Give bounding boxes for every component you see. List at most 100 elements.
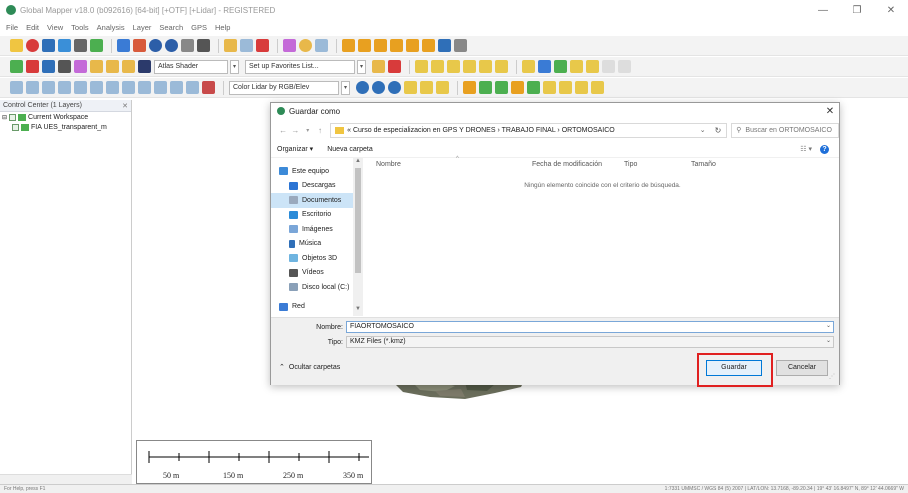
measure-icon[interactable] [299, 39, 312, 52]
recent-dropdown-icon[interactable]: ▾ [302, 127, 314, 134]
nav-item-3d-objects[interactable]: Objetos 3D [271, 251, 366, 266]
crosshair-icon[interactable] [58, 81, 71, 94]
scroll-up-icon[interactable]: ▲ [355, 158, 361, 164]
back-arrow-icon[interactable]: ← [277, 126, 289, 135]
back-icon[interactable] [181, 39, 194, 52]
powerline-icon[interactable] [543, 81, 556, 94]
column-size[interactable]: Tamaño [691, 161, 716, 168]
shader-select[interactable]: Atlas Shader [154, 59, 228, 74]
watershed-icon[interactable] [390, 39, 403, 52]
layer-checkbox[interactable] [12, 123, 19, 131]
hide-folders-toggle[interactable]: ⌃ Ocultar carpetas [279, 363, 340, 371]
breadcrumb-separator[interactable]: › [497, 127, 499, 134]
nav-item-pictures[interactable]: Imágenes [271, 222, 366, 237]
layers-icon[interactable] [90, 39, 103, 52]
help-icon[interactable]: ? [820, 144, 829, 154]
line-tool-5-icon[interactable] [479, 60, 492, 73]
area-tool-6-icon[interactable] [602, 60, 615, 73]
edit-icon[interactable] [224, 39, 237, 52]
chevron-down-icon[interactable]: ⌄ [696, 126, 710, 134]
column-name[interactable]: Nombre [376, 161, 401, 168]
home-icon[interactable] [197, 39, 210, 52]
collapse-icon[interactable]: ⊟ [2, 114, 7, 121]
address-bar[interactable]: « Curso de especializacion en GPS Y DRON… [330, 122, 728, 138]
lidar-profile-icon[interactable] [463, 81, 476, 94]
pan-icon[interactable] [117, 39, 130, 52]
menu-analysis[interactable]: Analysis [97, 23, 125, 32]
workspace-row[interactable]: ⊟ Current Workspace [0, 112, 131, 122]
digitize-icon[interactable] [133, 39, 146, 52]
workspace-checkbox[interactable] [9, 113, 17, 121]
nav-item-network[interactable]: Red [271, 300, 366, 315]
save-icon[interactable] [42, 39, 55, 52]
area-tool-2-icon[interactable] [538, 60, 551, 73]
area-tool-icon[interactable] [522, 60, 535, 73]
line-tool-6-icon[interactable] [495, 60, 508, 73]
zoom-in-icon[interactable] [149, 39, 162, 52]
maximize-button[interactable]: ❐ [840, 5, 874, 16]
file-list[interactable]: Nombre ^ Fecha de modificación Tipo Tama… [366, 156, 839, 315]
star-icon[interactable] [372, 60, 385, 73]
move-icon[interactable] [10, 81, 23, 94]
refresh-icon[interactable]: ↻ [710, 126, 727, 135]
forward-arrow-icon[interactable]: → [289, 126, 301, 135]
menu-edit[interactable]: Edit [26, 23, 39, 32]
histogram-icon[interactable] [90, 60, 103, 73]
pencil-icon[interactable] [202, 81, 215, 94]
search-input[interactable]: ⚲ Buscar en ORTOMOSAICO [731, 122, 840, 138]
lidar-class-icon[interactable] [372, 81, 385, 94]
shader-dropdown[interactable]: ▾ [230, 59, 239, 74]
cut-icon[interactable] [74, 81, 87, 94]
breadcrumb-item[interactable]: Curso de especializacion en GPS Y DRONES [353, 127, 496, 134]
breadcrumb-overflow[interactable]: « [347, 127, 351, 134]
zoom-out-icon[interactable] [165, 39, 178, 52]
feature-info-icon[interactable] [283, 39, 296, 52]
contour-icon[interactable] [358, 39, 371, 52]
lidar-return-icon[interactable] [420, 81, 433, 94]
ground-icon[interactable] [527, 81, 540, 94]
building-icon[interactable] [511, 81, 524, 94]
viewshed-icon[interactable] [406, 39, 419, 52]
delete-icon[interactable] [256, 39, 269, 52]
breadcrumb-separator[interactable]: › [557, 127, 559, 134]
pin-icon[interactable] [388, 60, 401, 73]
merge-icon[interactable] [122, 81, 135, 94]
organize-button[interactable]: Organizar ▾ [277, 145, 313, 153]
lidar-intensity-icon[interactable] [388, 81, 401, 94]
search-icon[interactable] [315, 39, 328, 52]
dialog-close-button[interactable]: ✕ [821, 106, 839, 117]
minimize-button[interactable]: — [806, 5, 840, 16]
control-center-icon[interactable] [26, 60, 39, 73]
nav-item-this-pc[interactable]: Este equipo [271, 164, 366, 179]
copy-icon[interactable] [186, 81, 199, 94]
vegetation-icon[interactable] [495, 81, 508, 94]
nav-scrollbar-thumb[interactable] [355, 168, 361, 273]
area-tool-7-icon[interactable] [618, 60, 631, 73]
nav-item-music[interactable]: Música [271, 237, 366, 252]
line-tool-3-icon[interactable] [447, 60, 460, 73]
area-tool-4-icon[interactable] [570, 60, 583, 73]
save-button[interactable]: Guardar [706, 360, 762, 376]
filename-input[interactable]: FIAORTOMOSAICO ⌄ [346, 321, 834, 333]
menu-gps[interactable]: GPS [191, 23, 207, 32]
lidar-elev-icon[interactable] [404, 81, 417, 94]
chevron-down-icon[interactable]: ⌄ [826, 337, 831, 344]
up-arrow-icon[interactable]: ↑ [314, 126, 326, 135]
line-tool-4-icon[interactable] [463, 60, 476, 73]
terrain-icon[interactable] [342, 39, 355, 52]
nav-item-local-disk[interactable]: Disco local (C:) [271, 280, 366, 295]
favorites-dropdown[interactable]: ▾ [357, 59, 366, 74]
lidar-color-dropdown[interactable]: ▾ [341, 80, 350, 95]
filetype-select[interactable]: KMZ Files (*.kmz) ⌄ [346, 336, 834, 348]
menu-help[interactable]: Help [215, 23, 230, 32]
close-layer-icon[interactable] [454, 39, 467, 52]
profile-icon[interactable] [374, 39, 387, 52]
open-data-icon[interactable] [26, 39, 39, 52]
line-tool-icon[interactable] [415, 60, 428, 73]
area-tool-5-icon[interactable] [586, 60, 599, 73]
road-icon[interactable] [591, 81, 604, 94]
vertex-icon[interactable] [90, 81, 103, 94]
volume-icon[interactable] [422, 39, 435, 52]
menu-tools[interactable]: Tools [71, 23, 89, 32]
workspace-icon[interactable] [58, 39, 71, 52]
